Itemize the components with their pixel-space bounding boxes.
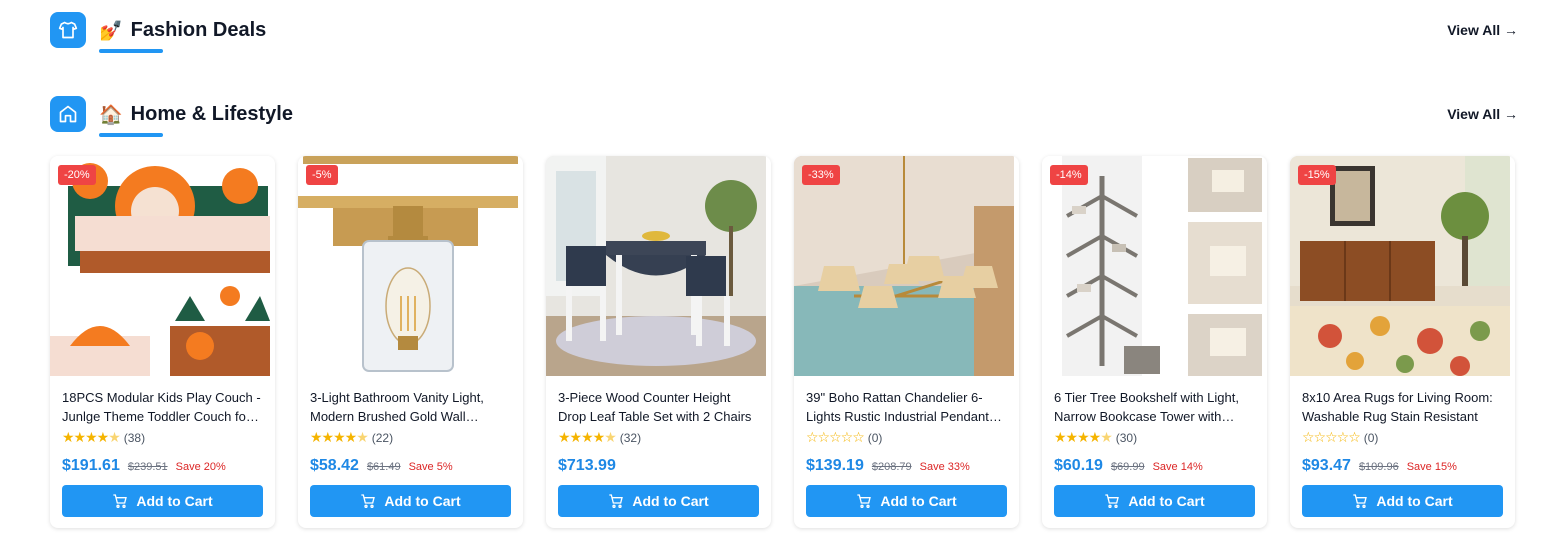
section-title-wrap: 🏠 Home & Lifestyle <box>99 96 293 137</box>
cart-icon <box>857 494 872 508</box>
section-title: Fashion Deals <box>130 18 267 41</box>
product-image[interactable]: -20% <box>50 156 270 376</box>
original-price: $69.99 <box>1110 461 1145 473</box>
discount-badge: -14% <box>1050 165 1088 185</box>
product-name[interactable]: 6 Tier Tree Bookshelf with Light, Narrow… <box>1054 388 1255 426</box>
add-to-cart-button[interactable]: Add to Cart <box>558 485 759 517</box>
star-rating-icon: ★★★★★ <box>62 430 121 446</box>
home-icon <box>50 96 86 132</box>
add-to-cart-label: Add to Cart <box>136 493 213 509</box>
star-rating-icon: ★★★★★ <box>1054 430 1113 446</box>
star-rating-icon: ★★★★★ <box>310 430 369 446</box>
price-row: $58.42 $61.49 Save 5% <box>310 457 511 479</box>
add-to-cart-button[interactable]: Add to Cart <box>310 485 511 517</box>
product-grid: -20% 18PCS Modular Kids Play Couch - Jun… <box>50 156 1515 528</box>
product-name[interactable]: 18PCS Modular Kids Play Couch - Junlge T… <box>62 388 263 426</box>
shirt-icon <box>50 12 86 48</box>
add-to-cart-label: Add to Cart <box>1128 493 1205 509</box>
product-card[interactable]: -20% 18PCS Modular Kids Play Couch - Jun… <box>50 156 275 528</box>
current-price: $93.47 <box>1302 457 1351 474</box>
price-row: $139.19 $208.79 Save 33% <box>806 457 1007 479</box>
save-label: Save 20% <box>175 461 226 473</box>
discount-badge: -15% <box>1298 165 1336 185</box>
product-name[interactable]: 39" Boho Rattan Chandelier 6-Lights Rust… <box>806 388 1007 426</box>
price-row: $93.47 $109.96 Save 15% <box>1302 457 1503 479</box>
product-image[interactable]: -5% <box>298 156 518 376</box>
price-row: $191.61 $239.51 Save 20% <box>62 457 263 479</box>
cart-icon <box>1105 494 1120 508</box>
original-price: $239.51 <box>127 461 168 473</box>
product-card[interactable]: -15% 8x10 Area Rugs for Living Room: Was… <box>1290 156 1515 528</box>
section-title: Home & Lifestyle <box>130 102 293 125</box>
review-count: (0) <box>1363 431 1379 445</box>
add-to-cart-button[interactable]: Add to Cart <box>1302 485 1503 517</box>
save-label: Save 33% <box>919 461 970 473</box>
price-row: $713.99 <box>558 457 759 479</box>
rating-row: ☆☆☆☆☆ (0) <box>1302 430 1503 446</box>
product-name[interactable]: 3-Piece Wood Counter Height Drop Leaf Ta… <box>558 388 759 426</box>
original-price: $109.96 <box>1358 461 1399 473</box>
title-underline <box>99 49 163 53</box>
star-rating-icon: ☆☆☆☆☆ <box>1302 430 1361 446</box>
discount-badge: -20% <box>58 165 96 185</box>
product-card[interactable]: 3-Piece Wood Counter Height Drop Leaf Ta… <box>546 156 771 528</box>
title-underline <box>99 133 163 137</box>
current-price: $58.42 <box>310 457 359 474</box>
product-image[interactable]: -33% <box>794 156 1014 376</box>
product-image[interactable] <box>546 156 766 376</box>
add-to-cart-button[interactable]: Add to Cart <box>62 485 263 517</box>
current-price: $139.19 <box>806 457 864 474</box>
product-name[interactable]: 8x10 Area Rugs for Living Room: Washable… <box>1302 388 1503 426</box>
product-card[interactable]: -14% 6 Tier Tree Bookshelf with Light, N… <box>1042 156 1267 528</box>
section-header-home: 🏠 Home & Lifestyle View All → <box>50 94 1518 137</box>
discount-badge: -5% <box>306 165 338 185</box>
save-label: Save 14% <box>1152 461 1203 473</box>
current-price: $60.19 <box>1054 457 1103 474</box>
cart-icon <box>361 494 376 508</box>
house-emoji: 🏠 <box>99 103 123 126</box>
original-price: $208.79 <box>871 461 912 473</box>
add-to-cart-label: Add to Cart <box>1376 493 1453 509</box>
product-image[interactable]: -14% <box>1042 156 1262 376</box>
product-image[interactable]: -15% <box>1290 156 1510 376</box>
view-all-link[interactable]: View All → <box>1447 22 1518 38</box>
add-to-cart-button[interactable]: Add to Cart <box>1054 485 1255 517</box>
rating-row: ★★★★★ (32) <box>558 430 759 446</box>
review-count: (22) <box>371 431 394 445</box>
product-name[interactable]: 3-Light Bathroom Vanity Light, Modern Br… <box>310 388 511 426</box>
rating-row: ★★★★★ (38) <box>62 430 263 446</box>
current-price: $191.61 <box>62 457 120 474</box>
current-price: $713.99 <box>558 457 616 474</box>
price-row: $60.19 $69.99 Save 14% <box>1054 457 1255 479</box>
view-all-link[interactable]: View All → <box>1447 106 1518 122</box>
review-count: (38) <box>123 431 146 445</box>
rating-row: ☆☆☆☆☆ (0) <box>806 430 1007 446</box>
rating-row: ★★★★★ (30) <box>1054 430 1255 446</box>
add-to-cart-label: Add to Cart <box>632 493 709 509</box>
section-header-fashion: 💅 Fashion Deals View All → <box>50 10 1518 53</box>
nail-polish-emoji: 💅 <box>99 19 123 42</box>
star-rating-icon: ★★★★★ <box>558 430 617 446</box>
add-to-cart-label: Add to Cart <box>384 493 461 509</box>
add-to-cart-button[interactable]: Add to Cart <box>806 485 1007 517</box>
review-count: (30) <box>1115 431 1138 445</box>
cart-icon <box>1353 494 1368 508</box>
star-rating-icon: ☆☆☆☆☆ <box>806 430 865 446</box>
rating-row: ★★★★★ (22) <box>310 430 511 446</box>
original-price: $61.49 <box>366 461 401 473</box>
product-card[interactable]: -5% 3-Light Bathroom Vanity Light, Moder… <box>298 156 523 528</box>
save-label: Save 5% <box>408 461 453 473</box>
discount-badge: -33% <box>802 165 840 185</box>
cart-icon <box>113 494 128 508</box>
add-to-cart-label: Add to Cart <box>880 493 957 509</box>
cart-icon <box>609 494 624 508</box>
review-count: (32) <box>619 431 642 445</box>
review-count: (0) <box>867 431 883 445</box>
section-title-wrap: 💅 Fashion Deals <box>99 12 267 53</box>
product-card[interactable]: -33% 39" Boho Rattan Chandelier 6-Lights… <box>794 156 1019 528</box>
save-label: Save 15% <box>1406 461 1457 473</box>
